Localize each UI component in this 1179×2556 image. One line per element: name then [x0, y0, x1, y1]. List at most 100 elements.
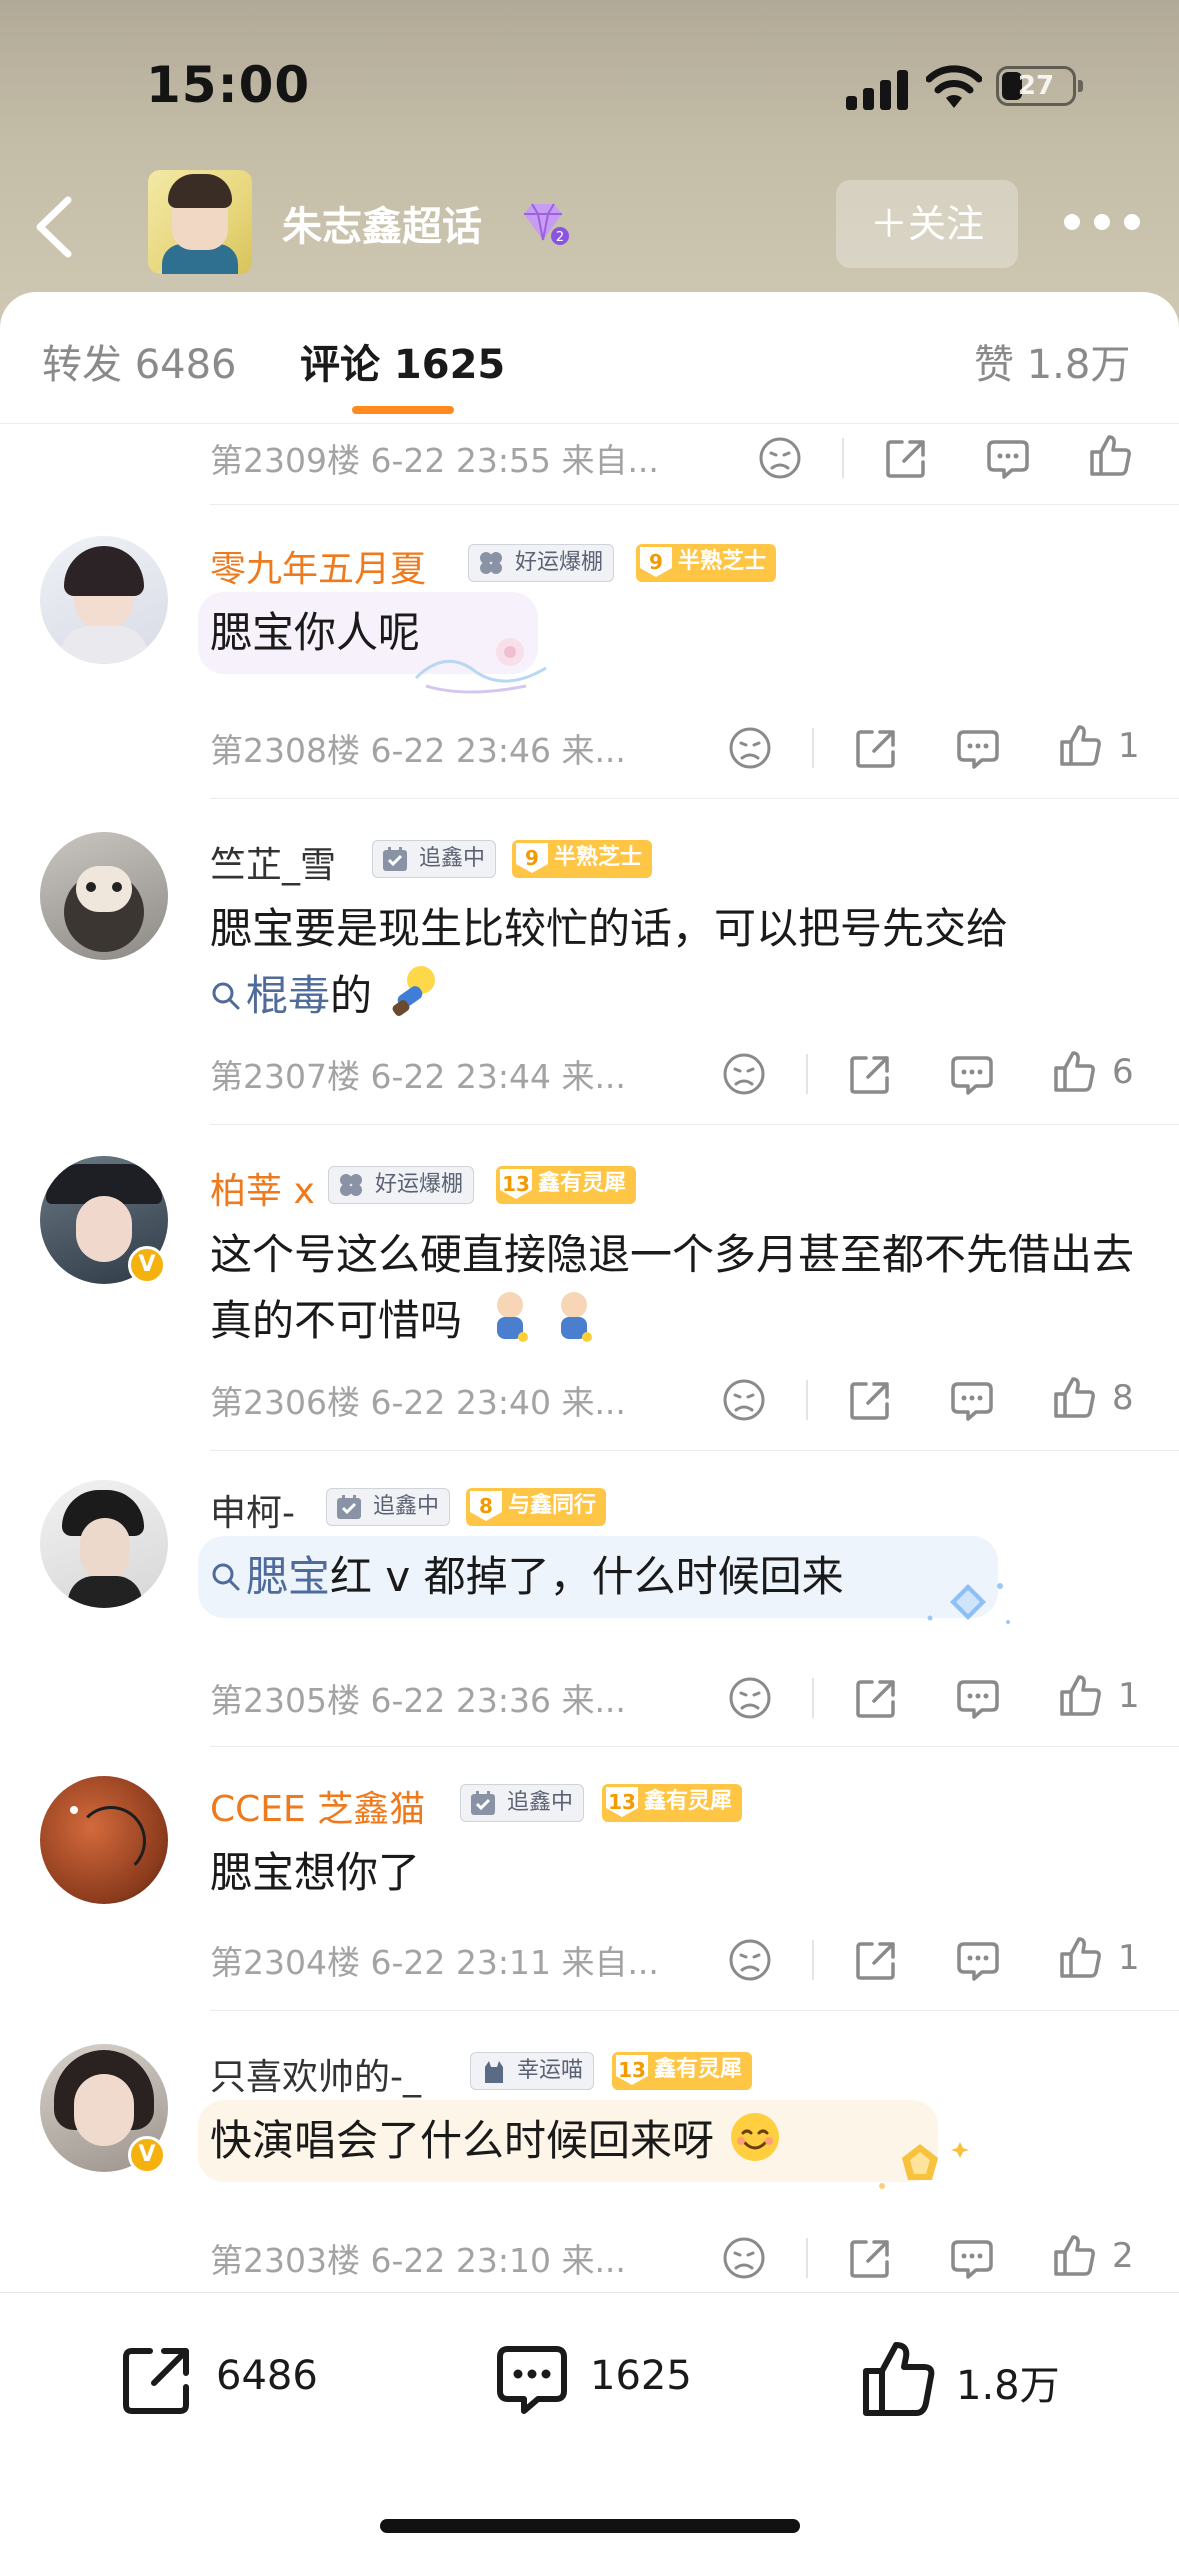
repost-icon[interactable]	[852, 1674, 900, 1722]
fan-level-badge: 13 鑫有灵犀	[496, 1166, 637, 1204]
comment-icon[interactable]	[954, 724, 1002, 772]
search-icon	[212, 982, 240, 1010]
comment-item: CCEE 芝鑫猫 追鑫中 13 鑫有灵犀 腮宝想你了 第2304楼 6-22 2…	[0, 1748, 1179, 2012]
repost-icon[interactable]	[882, 434, 930, 482]
row-divider	[210, 1124, 1179, 1125]
like-icon[interactable]	[1050, 1048, 1098, 1096]
bottom-action-bar: 6486 1625 1.8万	[0, 2292, 1179, 2556]
badge-tag: 好运爆棚	[468, 544, 615, 582]
divider	[812, 1678, 814, 1718]
comment-icon[interactable]	[984, 434, 1032, 482]
fan-level: 13	[500, 1169, 532, 1199]
unlike-icon[interactable]	[720, 2234, 768, 2282]
row-divider	[210, 798, 1179, 799]
badge-tag: 追鑫中	[326, 1488, 451, 1526]
comment-icon[interactable]	[954, 1674, 1002, 1722]
repost-icon[interactable]	[852, 1936, 900, 1984]
avatar[interactable]	[40, 832, 168, 960]
divider	[842, 438, 844, 478]
topic-name[interactable]: 朱志鑫超话	[282, 194, 482, 252]
comment-icon[interactable]	[948, 2234, 996, 2282]
sticker-icon	[561, 1292, 593, 1342]
home-indicator	[380, 2519, 800, 2533]
avatar[interactable]	[40, 536, 168, 664]
fan-level-badge: 9 半熟芝士	[636, 544, 777, 582]
divider	[806, 1054, 808, 1094]
comment-icon[interactable]	[948, 1050, 996, 1098]
follow-button[interactable]: ＋关注	[836, 180, 1018, 268]
badge-label: 幸运喵	[517, 2058, 584, 2083]
svg-text:2: 2	[556, 230, 564, 245]
comment-item: 申柯- 追鑫中 8 与鑫同行 腮宝红 v 都掉了，什么时候回来 第2305楼 6…	[0, 1452, 1179, 1748]
badge-tag: 追鑫中	[372, 840, 497, 878]
badge-label: 好运爆棚	[515, 550, 604, 575]
badge-label: 追鑫中	[419, 846, 486, 871]
unlike-icon[interactable]	[726, 724, 774, 772]
row-divider	[210, 1746, 1179, 1747]
unlike-icon[interactable]	[726, 1674, 774, 1722]
more-icon[interactable]	[1064, 214, 1144, 234]
topic-avatar[interactable]	[148, 170, 252, 274]
repost-icon[interactable]	[846, 1050, 894, 1098]
fan-level: 9	[640, 547, 672, 577]
cat-icon	[485, 2061, 503, 2083]
username[interactable]: 零九年五月夏	[210, 540, 426, 592]
comment-meta: 第2306楼 6-22 23:40 来...	[210, 1383, 626, 1422]
badge-tag: 幸运喵	[470, 2052, 595, 2090]
like-icon[interactable]	[1086, 432, 1134, 480]
topic-link[interactable]: 棍毒	[246, 971, 330, 1020]
badge-tag: 追鑫中	[460, 1784, 585, 1822]
unlike-icon[interactable]	[756, 434, 804, 482]
comment-icon[interactable]	[954, 1936, 1002, 1984]
like-count: 2	[1112, 2236, 1134, 2276]
comment-text-part: 的	[330, 971, 373, 1020]
like-count[interactable]: 1.8万	[956, 2353, 1060, 2411]
like-icon[interactable]	[1050, 2232, 1098, 2280]
avatar[interactable]	[40, 1480, 168, 1608]
repost-icon[interactable]	[116, 2337, 200, 2421]
comment-icon[interactable]	[948, 1376, 996, 1424]
fan-level: 9	[516, 843, 548, 873]
badge-label: 追鑫中	[507, 1790, 574, 1815]
sticker-icon	[392, 966, 436, 1016]
row-divider	[210, 2010, 1179, 2011]
repost-icon[interactable]	[846, 2234, 894, 2282]
fan-level-badge: 8 与鑫同行	[466, 1488, 607, 1526]
comment-count[interactable]: 1625	[590, 2353, 692, 2399]
unlike-icon[interactable]	[726, 1936, 774, 1984]
like-icon[interactable]	[856, 2337, 940, 2421]
comment-icon[interactable]	[490, 2337, 574, 2421]
fan-level: 13	[606, 1787, 638, 1817]
unlike-icon[interactable]	[720, 1050, 768, 1098]
repost-count[interactable]: 6486	[216, 2353, 318, 2399]
comment-item: V 只喜欢帅的-_ 幸运喵 13 鑫有灵犀 快演唱会了什么时候回来呀 第2303…	[0, 2012, 1179, 2292]
checkin-icon	[383, 847, 407, 871]
repost-icon[interactable]	[852, 724, 900, 772]
tab-comments[interactable]: 评论 1625	[300, 332, 505, 390]
like-icon[interactable]	[1056, 722, 1104, 770]
avatar[interactable]	[40, 1776, 168, 1904]
username[interactable]: 只喜欢帅的-_	[210, 2048, 421, 2100]
username[interactable]: CCEE 芝鑫猫	[210, 1780, 425, 1832]
repost-icon[interactable]	[846, 1376, 894, 1424]
comment-meta: 第2304楼 6-22 23:11 来自...	[210, 1943, 659, 1982]
like-icon[interactable]	[1056, 1934, 1104, 1982]
username[interactable]: 申柯-	[210, 1484, 295, 1536]
cellular-signal-icon	[846, 70, 908, 110]
like-count: 6	[1112, 1052, 1134, 1092]
verified-badge: V	[128, 2136, 166, 2174]
back-icon[interactable]	[26, 192, 86, 262]
like-icon[interactable]	[1050, 1374, 1098, 1422]
comment-meta: 第2305楼 6-22 23:36 来...	[210, 1681, 626, 1720]
tab-repost[interactable]: 转发 6486	[42, 332, 237, 390]
tab-likes[interactable]: 赞 1.8万	[974, 332, 1130, 390]
unlike-icon[interactable]	[720, 1376, 768, 1424]
topic-link[interactable]: 腮宝	[246, 1552, 330, 1601]
username[interactable]: 柏莘 x	[210, 1162, 315, 1214]
like-icon[interactable]	[1056, 1672, 1104, 1720]
wifi-icon	[926, 65, 982, 108]
username[interactable]: 竺芷_雪	[210, 836, 336, 888]
fan-level: 13	[616, 2055, 648, 2085]
verified-badge: V	[128, 1246, 166, 1284]
comment-text: 腮宝要是现生比较忙的话，可以把号先交给 棍毒的	[210, 896, 1150, 1029]
